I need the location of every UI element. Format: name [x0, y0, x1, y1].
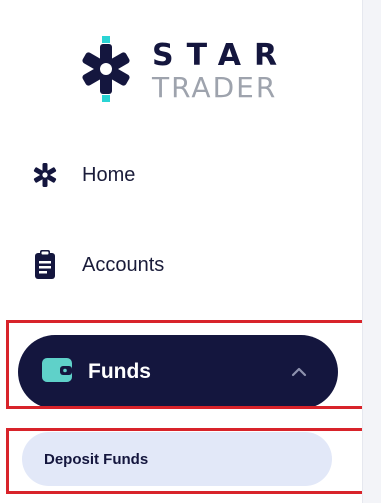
- brand-name-bottom: TRADER: [152, 71, 278, 104]
- brand-name-top: STAR: [152, 38, 291, 73]
- sidebar-item-accounts[interactable]: Accounts: [30, 245, 330, 285]
- brand-logo[interactable]: STAR TRADER: [76, 36, 286, 106]
- star-burst-icon: [30, 160, 60, 190]
- highlight-box-funds: [6, 320, 365, 409]
- sidebar-item-home[interactable]: Home: [30, 155, 330, 195]
- clipboard-icon: [30, 250, 60, 280]
- content-panel-edge: [362, 0, 381, 503]
- sidebar-item-label: Accounts: [82, 253, 165, 276]
- sidebar-item-label: Home: [82, 163, 136, 186]
- star-trader-logo-icon: [82, 36, 130, 102]
- highlight-box-deposit: [6, 428, 365, 494]
